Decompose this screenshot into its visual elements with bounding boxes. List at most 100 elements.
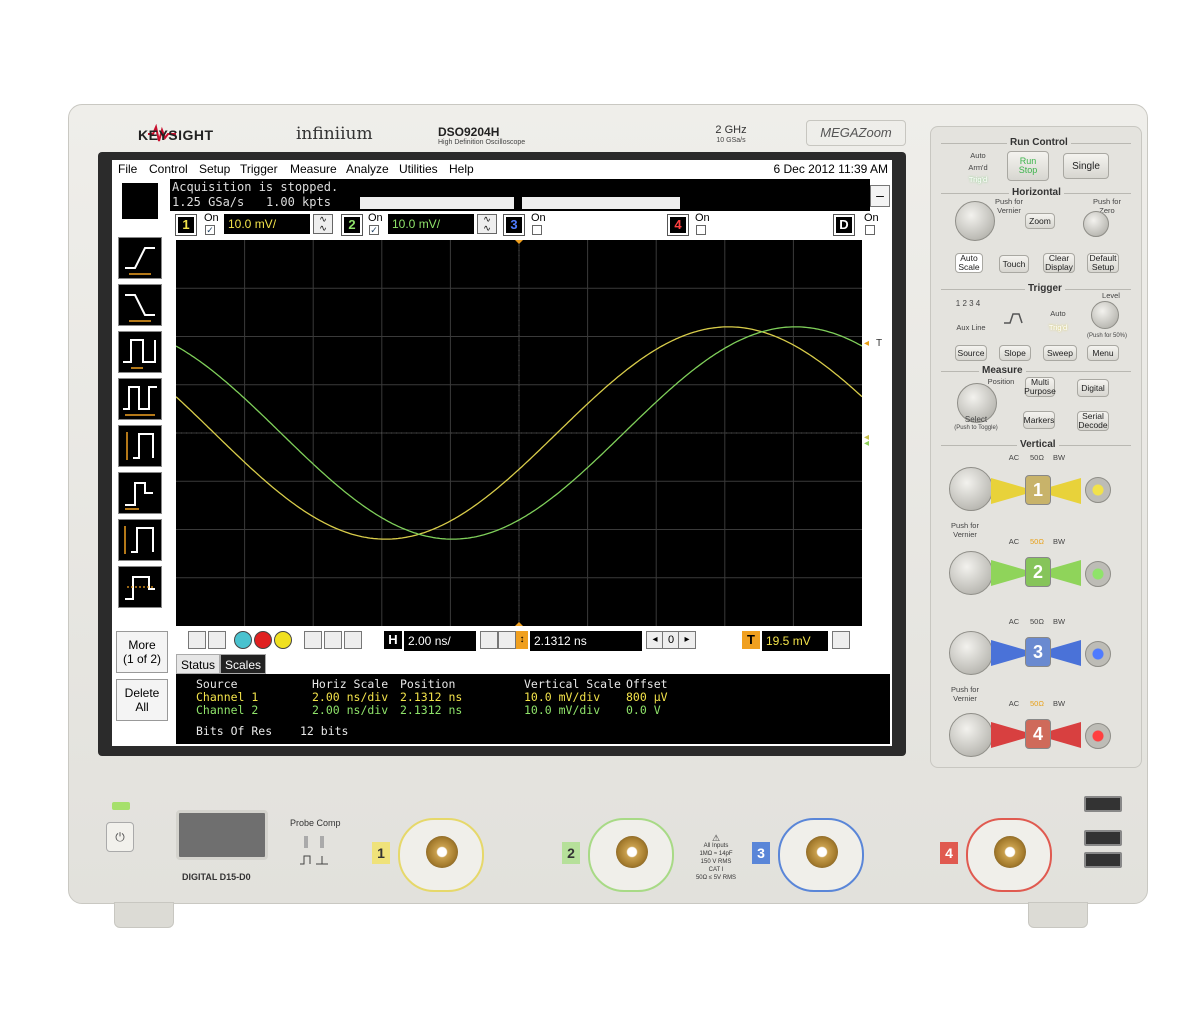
channel-2-button[interactable]: 2 — [341, 214, 363, 236]
waveform-tool-icon[interactable] — [304, 631, 322, 649]
menu-file[interactable]: File — [118, 162, 137, 176]
edge-falling-trigger-button[interactable] — [118, 284, 162, 326]
waveform-display[interactable] — [176, 240, 862, 626]
input-4-bnc[interactable] — [966, 818, 1052, 892]
delete-all-button[interactable]: Delete All — [116, 679, 168, 721]
minimize-button[interactable]: – — [870, 185, 890, 207]
menu-help[interactable]: Help — [449, 162, 474, 176]
horizontal-position-value[interactable]: 2.1312 ns — [530, 631, 642, 651]
channel-1-scale[interactable]: 10.0 mV/ — [224, 214, 310, 234]
power-button[interactable]: ⏻ — [106, 822, 134, 852]
channel-2-checkbox[interactable]: ✓ — [369, 225, 379, 235]
channel-4-checkbox[interactable] — [696, 225, 706, 235]
more-button[interactable]: More (1 of 2) — [116, 631, 168, 673]
digital-checkbox[interactable] — [865, 225, 875, 235]
clear-display-button[interactable]: Clear Display — [1043, 253, 1075, 273]
input-3-bnc[interactable] — [778, 818, 864, 892]
ch4-offset-knob[interactable] — [1085, 723, 1111, 749]
runt-trigger-button[interactable] — [118, 425, 162, 467]
trigger-position-marker-bottom — [515, 622, 523, 626]
color-cyan-icon[interactable] — [234, 631, 252, 649]
serial-decode-button[interactable]: Serial Decode — [1077, 411, 1109, 431]
ch1-scale-knob[interactable] — [949, 467, 993, 511]
trigger-slope-button[interactable]: Slope — [999, 345, 1031, 361]
digital-channel-button[interactable]: D — [833, 214, 855, 236]
usb-port-2[interactable] — [1084, 830, 1122, 846]
channel-2-scale[interactable]: 10.0 mV/ — [388, 214, 474, 234]
edge-rising-trigger-button[interactable] — [118, 237, 162, 279]
measure-title: Measure — [979, 365, 1026, 376]
channel-1-button[interactable]: 1 — [175, 214, 197, 236]
horizontal-position-knob[interactable] — [1083, 211, 1109, 237]
menu-measure[interactable]: Measure — [290, 162, 337, 176]
pulse-width-trigger-button[interactable] — [118, 331, 162, 373]
ch2-offset-knob[interactable] — [1085, 561, 1111, 587]
input-1-bnc[interactable] — [398, 818, 484, 892]
single-button[interactable]: Single — [1063, 153, 1109, 179]
delay-arrow-right-icon[interactable] — [498, 631, 516, 649]
glitch-trigger-button[interactable] — [118, 472, 162, 514]
digital-button[interactable]: Digital — [1077, 379, 1109, 397]
trigger-sweep-button[interactable]: Sweep — [1043, 345, 1077, 361]
ch2-scale-knob[interactable] — [949, 551, 993, 595]
default-setup-button[interactable]: Default Setup — [1087, 253, 1119, 273]
menu-control[interactable]: Control — [149, 162, 188, 176]
warning-line-2: 1MΩ ≈ 14pF — [699, 851, 733, 857]
touch-button[interactable]: Touch — [999, 255, 1029, 273]
ch1-button[interactable]: 1 — [1025, 475, 1051, 505]
row2-vertical-scale: 10.0 mV/div — [524, 703, 601, 717]
trigger-level-stepper[interactable] — [832, 631, 850, 649]
usb-port-3[interactable] — [1084, 852, 1122, 868]
trigger-level-value[interactable]: 19.5 mV — [762, 631, 828, 651]
horizontal-control-bar: H 2.00 ns/ ↕ 2.1312 ns ◂ 0 ▸ T 19.5 mV — [170, 628, 892, 654]
menu-trigger[interactable]: Trigger — [240, 162, 278, 176]
usb-port-1[interactable] — [1084, 796, 1122, 812]
row1-source: Channel 1 — [196, 690, 259, 704]
ch4-scale-knob[interactable] — [949, 713, 993, 757]
trigger-source-button[interactable]: Source — [955, 345, 987, 361]
ch3-button[interactable]: 3 — [1025, 637, 1051, 667]
channel-3-checkbox[interactable] — [532, 225, 542, 235]
brightness-icon[interactable] — [344, 631, 362, 649]
acquisition-status: Acquisition is stopped. 1.25 GSa/s 1.00 … — [170, 179, 870, 211]
tab-status[interactable]: Status — [176, 654, 221, 674]
menu-utilities[interactable]: Utilities — [399, 162, 438, 176]
setup-hold-trigger-button[interactable] — [118, 519, 162, 561]
channel-1-checkbox[interactable]: ✓ — [205, 225, 215, 235]
channel-1-coupling-button[interactable]: ∿ ∿ — [313, 214, 333, 234]
ch2-button[interactable]: 2 — [1025, 557, 1051, 587]
menu-analyze[interactable]: Analyze — [346, 162, 389, 176]
ch3-offset-knob[interactable] — [1085, 641, 1111, 667]
channel-2-coupling-button[interactable]: ∿ ∿ — [477, 214, 497, 234]
power-led — [112, 802, 130, 810]
ch4-button[interactable]: 4 — [1025, 719, 1051, 749]
delay-arrow-left-icon[interactable] — [480, 631, 498, 649]
markers-button[interactable]: Markers — [1023, 411, 1055, 429]
tab-scales[interactable]: Scales — [220, 654, 267, 674]
setup-hold-icon — [124, 526, 154, 554]
channel-4-button[interactable]: 4 — [667, 214, 689, 236]
timeout-trigger-button[interactable] — [118, 378, 162, 420]
ch1-offset-knob[interactable] — [1085, 477, 1111, 503]
run-stop-button[interactable]: Run Stop — [1007, 151, 1049, 181]
horizontal-scale-value[interactable]: 2.00 ns/ — [404, 631, 476, 651]
header-horiz-scale: Horiz Scale — [312, 677, 389, 691]
trigger-level-knob[interactable] — [1091, 301, 1119, 329]
zoom-button[interactable]: Zoom — [1025, 213, 1055, 229]
transition-trigger-button[interactable] — [118, 566, 162, 608]
trigger-menu-button[interactable]: Menu — [1087, 345, 1119, 361]
scroll-down-button[interactable] — [208, 631, 226, 649]
input-4-label: 4 — [940, 842, 958, 864]
color-red-icon[interactable] — [254, 631, 272, 649]
channel-3-button[interactable]: 3 — [503, 214, 525, 236]
multi-purpose-button[interactable]: Multi Purpose — [1024, 377, 1056, 397]
auto-scale-button[interactable]: Auto Scale — [955, 253, 983, 273]
color-yellow-icon[interactable] — [274, 631, 292, 649]
input-2-bnc[interactable] — [588, 818, 674, 892]
ch3-scale-knob[interactable] — [949, 631, 993, 675]
digital-input-port[interactable] — [176, 810, 268, 860]
print-icon[interactable] — [324, 631, 342, 649]
menu-setup[interactable]: Setup — [199, 162, 230, 176]
scroll-up-button[interactable] — [188, 631, 206, 649]
position-right-icon[interactable]: ▸ — [678, 631, 696, 649]
